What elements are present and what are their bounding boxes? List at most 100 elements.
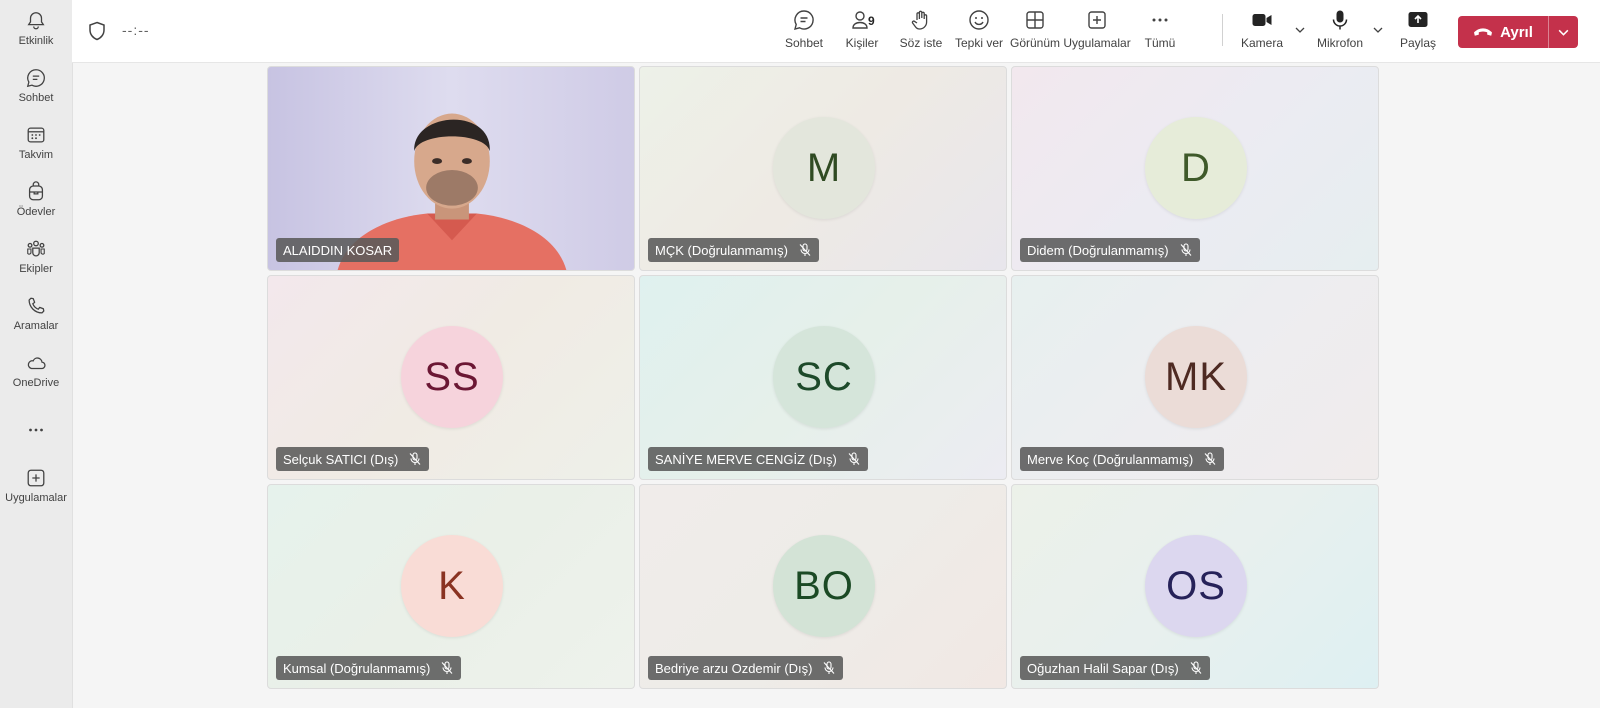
participant-nameplate: Selçuk SATICI (Dış) <box>276 447 430 471</box>
chat-icon <box>26 69 45 88</box>
add-app-icon <box>27 469 45 487</box>
share-button[interactable]: Paylaş <box>1398 8 1438 56</box>
people-button[interactable]: 9 Kişiler <box>842 8 882 56</box>
people-button-label: Kişiler <box>845 36 879 50</box>
react-label: Tepki ver <box>954 36 1004 50</box>
participant-tile[interactable]: OS Oğuzhan Halil Sapar (Dış) <box>1011 484 1379 689</box>
hand-icon <box>911 10 928 30</box>
smile-icon <box>969 10 989 30</box>
rail-item-label: Takvim <box>18 149 54 161</box>
leave-button[interactable]: Ayrıl <box>1458 16 1548 48</box>
rail-item-apps[interactable]: Uygulamalar <box>0 463 72 517</box>
react-button[interactable]: Tepki ver <box>954 8 1004 56</box>
participant-avatar: BO <box>773 535 875 637</box>
leave-options-button[interactable] <box>1549 16 1578 48</box>
participant-nameplate: Oğuzhan Halil Sapar (Dış) <box>1020 656 1210 680</box>
participant-tile[interactable]: BO Bedriye arzu Ozdemir (Dış) <box>639 484 1007 689</box>
mic-muted-icon <box>824 661 835 674</box>
more-label: Tümü <box>1144 36 1176 50</box>
app-rail: Etkinlik Sohbet Takvim Ödevler Ekipler A… <box>0 0 73 708</box>
camera-button[interactable]: Kamera <box>1240 8 1284 56</box>
participant-nameplate: Merve Koç (Doğrulanmamış) <box>1020 447 1225 471</box>
participant-tile[interactable]: SS Selçuk SATICI (Dış) <box>267 275 635 480</box>
toolbar-divider <box>1222 14 1223 46</box>
chevron-down-icon[interactable] <box>1372 24 1384 36</box>
rail-item-chat[interactable]: Sohbet <box>0 63 72 117</box>
more-button[interactable]: Tümü <box>1140 8 1180 56</box>
participant-avatar: K <box>401 535 503 637</box>
backpack-icon <box>28 181 44 201</box>
mic-muted-icon <box>1204 452 1216 465</box>
video-camera-icon <box>1252 14 1272 26</box>
rail-item-label: Etkinlik <box>18 35 54 47</box>
rail-item-label: OneDrive <box>12 377 60 389</box>
leave-label: Ayrıl <box>1500 23 1533 41</box>
chevron-down-icon <box>1558 29 1569 36</box>
cloud-icon <box>27 357 46 370</box>
more-icon <box>1152 18 1168 22</box>
camera-label: Kamera <box>1240 36 1284 50</box>
rail-item-label: Sohbet <box>18 92 54 104</box>
rail-item-label: Aramalar <box>13 320 59 332</box>
mic-muted-icon <box>409 452 421 465</box>
meeting-toolbar: --:-- Sohbet 9 Kişiler Söz iste Tepki ve… <box>72 0 1600 63</box>
rail-item-teams[interactable]: Ekipler <box>0 234 72 288</box>
meeting-timer: --:-- <box>122 22 150 38</box>
rail-item-activity[interactable]: Etkinlik <box>0 6 72 60</box>
people-count: 9 <box>868 14 875 28</box>
participant-nameplate: Didem (Doğrulanmamış) <box>1020 238 1200 262</box>
participant-name: Merve Koç (Doğrulanmamış) <box>1027 451 1194 467</box>
participant-tile[interactable]: K Kumsal (Doğrulanmamış) <box>267 484 635 689</box>
rail-item-label: Ödevler <box>16 206 56 218</box>
rail-item-more[interactable] <box>0 415 72 469</box>
participant-avatar: SC <box>773 326 875 428</box>
rail-item-assignments[interactable]: Ödevler <box>0 177 72 231</box>
mic-muted-icon <box>441 661 453 674</box>
share-label: Paylaş <box>1399 36 1437 50</box>
view-button[interactable]: Görünüm <box>1010 8 1060 56</box>
rail-item-onedrive[interactable]: OneDrive <box>0 348 72 402</box>
grid-icon <box>1026 11 1044 29</box>
microphone-icon <box>1332 10 1348 30</box>
participant-nameplate: MÇK (Doğrulanmamış) <box>648 238 819 262</box>
participant-name: SANİYE MERVE CENGİZ (Dış) <box>655 451 837 467</box>
participant-tile[interactable]: D Didem (Doğrulanmamış) <box>1011 66 1379 271</box>
raise-hand-button[interactable]: Söz iste <box>898 8 944 56</box>
hang-up-icon <box>1474 28 1493 36</box>
participant-avatar: OS <box>1145 535 1247 637</box>
chat-button-label: Sohbet <box>784 36 824 50</box>
participant-avatar: SS <box>401 326 503 428</box>
rail-item-label: Uygulamalar <box>5 492 67 504</box>
participant-name: Kumsal (Doğrulanmamış) <box>283 660 431 676</box>
mic-muted-icon <box>799 243 811 256</box>
rail-item-calendar[interactable]: Takvim <box>0 120 72 174</box>
participant-tile[interactable]: SC SANİYE MERVE CENGİZ (Dış) <box>639 275 1007 480</box>
participant-name: Selçuk SATICI (Dış) <box>283 451 399 467</box>
teams-icon <box>27 240 45 257</box>
participant-nameplate: Bedriye arzu Ozdemir (Dış) <box>648 656 844 680</box>
mic-button[interactable]: Mikrofon <box>1314 8 1366 56</box>
participant-nameplate: SANİYE MERVE CENGİZ (Dış) <box>648 447 868 471</box>
leave-button-group: Ayrıl <box>1458 16 1578 48</box>
rail-item-calls[interactable]: Aramalar <box>0 291 72 345</box>
participant-name: ALAIDDIN KOSAR <box>283 242 393 258</box>
raise-hand-label: Söz iste <box>899 36 943 50</box>
view-label: Görünüm <box>1009 36 1061 50</box>
mic-muted-icon <box>848 452 860 465</box>
participant-tile-video[interactable]: ALAIDDIN KOSAR <box>267 66 635 271</box>
mic-muted-icon <box>1180 243 1192 256</box>
chevron-down-icon[interactable] <box>1294 24 1306 36</box>
apps-button[interactable]: Uygulamalar <box>1063 8 1131 56</box>
chat-icon <box>794 10 814 30</box>
participant-avatar: M <box>773 117 875 219</box>
chat-button[interactable]: Sohbet <box>784 8 824 56</box>
participant-name: Oğuzhan Halil Sapar (Dış) <box>1027 660 1179 676</box>
calendar-icon <box>27 127 45 143</box>
add-app-icon <box>1088 11 1106 29</box>
participant-tile[interactable]: MK Merve Koç (Doğrulanmamış) <box>1011 275 1379 480</box>
rail-item-label: Ekipler <box>19 263 53 275</box>
participant-tile[interactable]: M MÇK (Doğrulanmamış) <box>639 66 1007 271</box>
participant-avatar: D <box>1145 117 1247 219</box>
shield-icon[interactable] <box>88 21 106 41</box>
participant-name: Bedriye arzu Ozdemir (Dış) <box>655 660 813 676</box>
